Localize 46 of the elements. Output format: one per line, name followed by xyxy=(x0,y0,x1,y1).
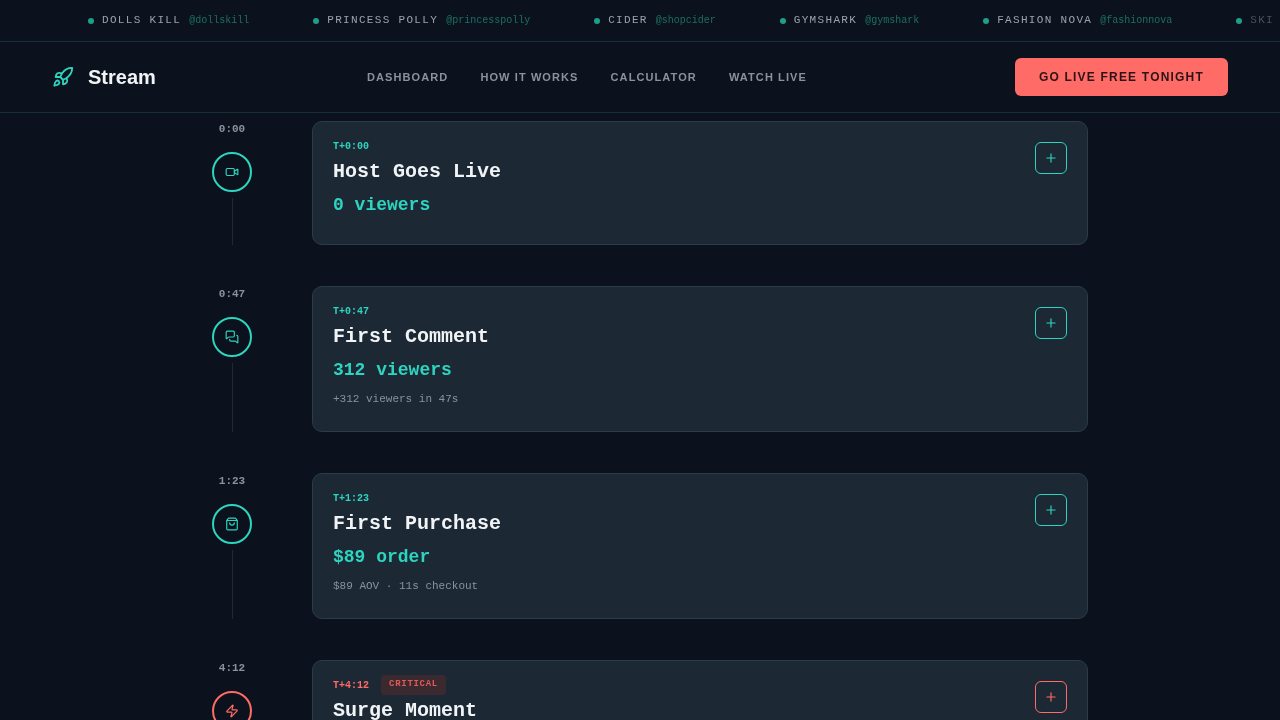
brand-handle: @princesspolly xyxy=(446,14,531,28)
time-label: 0:00 xyxy=(218,122,246,137)
nav-link[interactable]: CALCULATOR xyxy=(610,68,697,86)
shopping-bag-icon xyxy=(225,516,239,531)
brand-name: PRINCESS POLLY xyxy=(327,13,439,29)
time-label: 0:47 xyxy=(218,287,246,302)
logo-text: Stream xyxy=(88,65,156,90)
event-metric: 312 viewers xyxy=(333,359,453,382)
time-tag: T+1:23 xyxy=(333,490,369,506)
event-note: $89 AOV · 11s checkout xyxy=(333,579,480,594)
brand-handle: @fashionnova xyxy=(1100,14,1173,28)
event-metric: 0 viewers xyxy=(333,194,432,217)
brand-handle: @dollskill xyxy=(189,14,250,28)
brand-handle: @shopcider xyxy=(655,14,716,28)
brand-name: FASHION NOVA xyxy=(997,13,1093,29)
brand-handle: @gymshark xyxy=(865,14,920,28)
event-title: First Purchase xyxy=(333,512,503,536)
event-title: First Comment xyxy=(333,325,491,349)
time-label: 1:23 xyxy=(218,474,246,489)
go-live-button[interactable]: GO LIVE FREE TONIGHT xyxy=(1014,58,1228,96)
brand-name: CIDER xyxy=(608,13,648,29)
nav-link[interactable]: DASHBOARD xyxy=(367,68,449,86)
plus-icon xyxy=(1044,316,1058,330)
plus-icon xyxy=(1044,151,1058,165)
nav-link[interactable]: HOW IT WORKS xyxy=(480,68,579,86)
brand-name: GYMSHARK xyxy=(793,13,858,29)
brand-name: DOLLS KILL xyxy=(102,13,182,29)
plus-icon xyxy=(1044,690,1058,704)
event-metric: $89 order xyxy=(333,546,432,569)
chat-bubbles-icon xyxy=(225,329,239,344)
event-note: +312 viewers in 47s xyxy=(333,392,460,407)
expand-button[interactable] xyxy=(1035,307,1067,339)
expand-button[interactable] xyxy=(1035,681,1067,713)
nav-link[interactable]: WATCH LIVE xyxy=(728,68,807,86)
time-tag: T+0:00 xyxy=(333,138,369,154)
expand-button[interactable] xyxy=(1035,494,1067,526)
plus-icon xyxy=(1044,503,1058,517)
rocket-icon xyxy=(52,66,74,88)
time-tag: T+0:47 xyxy=(333,303,369,319)
event-title: Surge Moment xyxy=(333,699,479,720)
time-tag: T+4:12 xyxy=(333,677,369,693)
time-label: 4:12 xyxy=(218,661,246,676)
expand-button[interactable] xyxy=(1035,142,1067,174)
event-title: Host Goes Live xyxy=(333,160,503,184)
brand-name: SKI xyxy=(1250,13,1274,29)
critical-badge: CRITICAL xyxy=(381,675,446,695)
